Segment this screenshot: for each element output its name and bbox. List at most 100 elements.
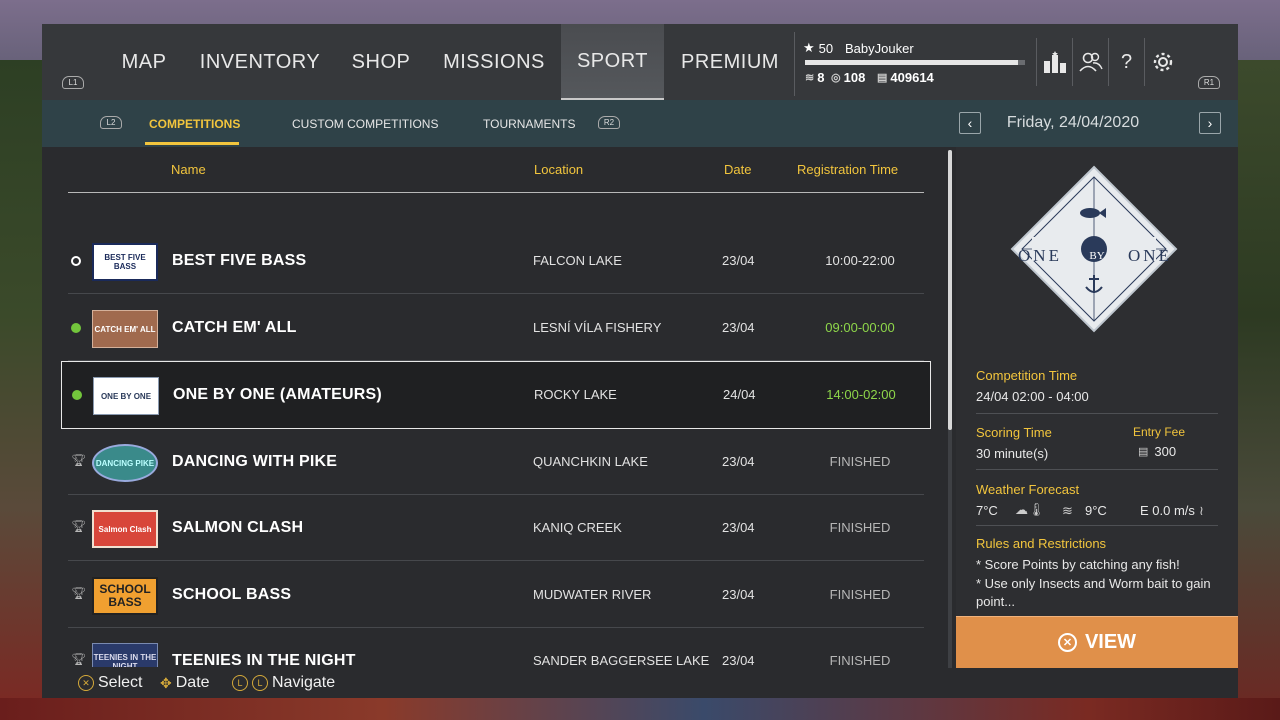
tab-tournaments[interactable]: TOURNAMENTS bbox=[483, 100, 575, 147]
currency-gold: ◎ 108 bbox=[831, 70, 866, 85]
competition-name: ONE BY ONE (AMATEURS) bbox=[173, 386, 382, 403]
registration-time: FINISHED bbox=[829, 653, 891, 667]
currency-tokens: ≋ 8 bbox=[805, 70, 825, 85]
column-header-registration-time: Registration Time bbox=[797, 162, 899, 177]
school-bass-logo: SCHOOL BASS bbox=[92, 577, 158, 615]
navigate-hint: L L Navigate bbox=[232, 674, 335, 692]
left-stick-icon: L bbox=[232, 675, 248, 691]
details-divider bbox=[976, 525, 1218, 526]
competition-location: QUANCHKIN LAKE bbox=[533, 454, 648, 469]
competition-row[interactable]: 🏆︎ DANCING PIKE DANCING WITH PIKE QUANCH… bbox=[68, 429, 924, 495]
controls-footer: ✕ Select ✥ Date L L Navigate bbox=[42, 668, 1238, 698]
competition-name: TEENIES IN THE NIGHT bbox=[172, 652, 356, 667]
competition-date: 24/04 bbox=[723, 387, 756, 402]
settings-icon[interactable] bbox=[1144, 38, 1180, 86]
competition-row[interactable]: CATCH EM' ALL CATCH EM' ALL LESNÍ VÍLA F… bbox=[68, 295, 924, 361]
tab-sport[interactable]: SPORT bbox=[561, 24, 664, 100]
wind-icon: ≀ bbox=[1199, 503, 1204, 518]
xp-progress-fill bbox=[805, 60, 1019, 65]
chevron-left-icon: ‹ bbox=[967, 115, 973, 131]
registration-time: 10:00-22:00 bbox=[825, 253, 895, 268]
competition-location: KANIQ CREEK bbox=[533, 520, 622, 535]
one-by-one-logo: ONE BY ONE bbox=[93, 377, 159, 415]
competition-location: SANDER BAGGERSEE LAKE bbox=[533, 653, 710, 667]
rule-line: * Score Points by catching any fish! bbox=[976, 557, 1180, 572]
player-profile: ★ 50 BabyJouker ≋ 8 ◎ 108 ▤ 409614 bbox=[794, 32, 1034, 96]
cross-button-icon: ✕ bbox=[1057, 633, 1077, 652]
details-divider bbox=[976, 469, 1218, 470]
top-nav-bar: L1 MAP INVENTORY SHOP MISSIONS SPORT PRE… bbox=[42, 24, 1238, 100]
l2-button-hint: L2 bbox=[100, 116, 122, 129]
leaderboard-icon[interactable] bbox=[1036, 38, 1072, 86]
player-level-value: 50 bbox=[818, 40, 834, 56]
competition-name: SCHOOL BASS bbox=[172, 586, 292, 603]
list-scrollbar[interactable] bbox=[948, 150, 952, 668]
entry-fee-label: Entry Fee bbox=[1133, 425, 1186, 439]
friends-icon[interactable] bbox=[1072, 38, 1108, 86]
tab-shop[interactable]: SHOP bbox=[338, 24, 424, 100]
scoring-time-label: Scoring Time bbox=[976, 425, 1052, 440]
live-status-icon bbox=[72, 390, 82, 400]
dpad-icon: ✥ bbox=[160, 674, 172, 691]
silver-bills-icon: ▤ bbox=[1138, 446, 1149, 458]
xp-progress-bar bbox=[805, 60, 1025, 65]
next-date-button[interactable]: › bbox=[1199, 112, 1221, 134]
column-header-date: Date bbox=[724, 162, 752, 177]
tab-custom-competitions[interactable]: CUSTOM COMPETITIONS bbox=[292, 100, 438, 147]
competition-name: SALMON CLASH bbox=[172, 519, 304, 536]
competition-row-selected[interactable]: ONE BY ONE ONE BY ONE (AMATEURS) ROCKY L… bbox=[61, 361, 931, 429]
column-header-name: Name bbox=[171, 162, 206, 177]
header-divider bbox=[68, 192, 924, 193]
sub-nav-bar: L2 COMPETITIONS CUSTOM COMPETITIONS TOUR… bbox=[42, 100, 1238, 147]
currency-silver: ▤ 409614 bbox=[877, 70, 934, 85]
trophy-icon: 🏆︎ bbox=[71, 453, 87, 467]
date-hint: ✥ Date bbox=[160, 674, 210, 691]
cross-button-icon: ✕ bbox=[78, 675, 94, 691]
live-status-icon bbox=[71, 323, 81, 333]
water-temperature: 9°C bbox=[1085, 503, 1107, 518]
competition-location: MUDWATER RIVER bbox=[533, 587, 652, 602]
star-icon: ★ bbox=[803, 40, 815, 55]
tab-premium[interactable]: PREMIUM bbox=[672, 24, 788, 100]
registration-time: FINISHED bbox=[829, 520, 891, 535]
tab-missions[interactable]: MISSIONS bbox=[432, 24, 556, 100]
rule-line: * Use only Insects and Worm bait to gain… bbox=[976, 576, 1211, 609]
competition-location: ROCKY LAKE bbox=[534, 387, 617, 402]
help-icon[interactable]: ? bbox=[1108, 38, 1144, 86]
gold-coins-icon: ◎ bbox=[831, 72, 841, 84]
competition-name: DANCING WITH PIKE bbox=[172, 453, 338, 470]
teenies-in-the-night-logo: TEENIES IN THE NIGHT bbox=[92, 643, 158, 667]
emblem-text-mid: BY bbox=[1089, 250, 1105, 262]
competition-name: BEST FIVE BASS bbox=[172, 252, 307, 269]
competition-row[interactable]: BEST FIVE BASS BEST FIVE BASS FALCON LAK… bbox=[68, 228, 924, 294]
tab-map[interactable]: MAP bbox=[104, 24, 184, 100]
open-status-icon bbox=[71, 256, 81, 266]
registration-time: FINISHED bbox=[829, 454, 891, 469]
weather-forecast-label: Weather Forecast bbox=[976, 482, 1080, 497]
salmon-clash-logo: Salmon Clash bbox=[92, 510, 158, 548]
trophy-icon: 🏆︎ bbox=[71, 586, 87, 600]
tab-inventory[interactable]: INVENTORY bbox=[190, 24, 330, 100]
registration-time: FINISHED bbox=[829, 587, 891, 602]
competition-date: 23/04 bbox=[722, 653, 755, 667]
entry-fee: ▤ 300 bbox=[1138, 444, 1176, 459]
competition-row[interactable]: 🏆︎ Salmon Clash SALMON CLASH KANIQ CREEK… bbox=[68, 495, 924, 561]
competition-date: 23/04 bbox=[722, 320, 755, 335]
entry-fee-value: 300 bbox=[1154, 444, 1177, 459]
coins-stack-icon: ≋ bbox=[805, 72, 815, 84]
scrollbar-thumb[interactable] bbox=[948, 150, 952, 430]
tab-competitions[interactable]: COMPETITIONS bbox=[149, 100, 240, 147]
view-button[interactable]: ✕ VIEW bbox=[956, 616, 1238, 668]
background-bottom bbox=[0, 698, 1280, 720]
wind-speed: E 0.0 m/s bbox=[1140, 503, 1195, 518]
competition-time-value: 24/04 02:00 - 04:00 bbox=[976, 389, 1089, 404]
competition-row[interactable]: 🏆︎ TEENIES IN THE NIGHT TEENIES IN THE N… bbox=[68, 628, 924, 667]
sport-window: L1 MAP INVENTORY SHOP MISSIONS SPORT PRE… bbox=[42, 24, 1238, 698]
competition-location: FALCON LAKE bbox=[533, 253, 622, 268]
previous-date-button[interactable]: ‹ bbox=[959, 112, 981, 134]
trophy-icon: 🏆︎ bbox=[71, 652, 87, 666]
details-divider bbox=[976, 413, 1218, 414]
competition-list: Name Location Date Registration Time BES… bbox=[42, 147, 952, 667]
competition-row[interactable]: 🏆︎ SCHOOL BASS SCHOOL BASS MUDWATER RIVE… bbox=[68, 562, 924, 628]
competition-date: 23/04 bbox=[722, 520, 755, 535]
